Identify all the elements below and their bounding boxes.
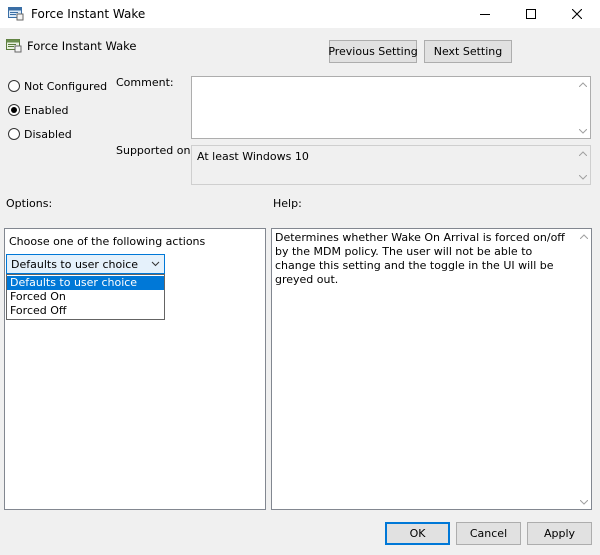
radio-enabled[interactable]: Enabled bbox=[8, 101, 68, 119]
scroll-down-icon[interactable] bbox=[576, 124, 590, 138]
dropdown-option-forced-on[interactable]: Forced On bbox=[7, 290, 164, 304]
minimize-icon bbox=[480, 14, 490, 15]
radio-button[interactable] bbox=[8, 104, 20, 116]
help-text: Determines whether Wake On Arrival is fo… bbox=[275, 231, 565, 286]
next-setting-button[interactable]: Next Setting bbox=[424, 40, 512, 63]
policy-icon bbox=[6, 39, 22, 53]
chevron-down-icon bbox=[151, 258, 160, 273]
maximize-button[interactable] bbox=[508, 0, 554, 28]
scroll-up-icon[interactable] bbox=[576, 146, 590, 160]
maximize-icon bbox=[526, 9, 536, 19]
radio-label: Not Configured bbox=[24, 79, 108, 93]
supported-value: At least Windows 10 bbox=[197, 150, 309, 163]
options-prompt: Choose one of the following actions bbox=[9, 235, 206, 248]
comment-scrollbar[interactable] bbox=[576, 77, 590, 138]
dropdown-option-forced-off[interactable]: Forced Off bbox=[7, 304, 164, 318]
close-button[interactable] bbox=[554, 0, 600, 28]
options-heading: Options: bbox=[6, 197, 53, 210]
scroll-down-icon[interactable] bbox=[576, 170, 590, 184]
radio-label: Enabled bbox=[24, 103, 69, 117]
combobox-value: Defaults to user choice bbox=[11, 257, 139, 271]
previous-setting-button[interactable]: Previous Setting bbox=[328, 40, 418, 63]
apply-button[interactable]: Apply bbox=[527, 522, 592, 545]
supported-scrollbar[interactable] bbox=[576, 146, 590, 184]
action-dropdown-list: Defaults to user choice Forced On Forced… bbox=[6, 274, 165, 320]
dropdown-option-defaults[interactable]: Defaults to user choice bbox=[7, 276, 164, 290]
comment-label: Comment: bbox=[116, 76, 174, 89]
policy-settings-icon bbox=[8, 6, 24, 21]
scroll-down-icon[interactable] bbox=[577, 495, 591, 509]
radio-button[interactable] bbox=[8, 80, 20, 92]
scroll-up-icon[interactable] bbox=[577, 229, 591, 243]
supported-label: Supported on: bbox=[116, 144, 195, 157]
help-scrollbar[interactable] bbox=[577, 229, 591, 509]
supported-field: At least Windows 10 bbox=[191, 145, 591, 185]
radio-label: Disabled bbox=[24, 127, 72, 141]
help-heading: Help: bbox=[273, 197, 302, 210]
policy-name: Force Instant Wake bbox=[27, 39, 137, 53]
scroll-up-icon[interactable] bbox=[576, 77, 590, 91]
comment-field[interactable] bbox=[191, 76, 591, 139]
radio-not-configured[interactable]: Not Configured bbox=[8, 77, 107, 95]
cancel-button[interactable]: Cancel bbox=[456, 522, 521, 545]
minimize-button[interactable] bbox=[462, 0, 508, 28]
window-title: Force Instant Wake bbox=[31, 7, 146, 21]
close-icon bbox=[572, 9, 582, 19]
radio-button[interactable] bbox=[8, 128, 20, 140]
ok-button[interactable]: OK bbox=[385, 522, 450, 545]
action-combobox[interactable]: Defaults to user choice bbox=[6, 254, 165, 274]
radio-disabled[interactable]: Disabled bbox=[8, 125, 72, 143]
